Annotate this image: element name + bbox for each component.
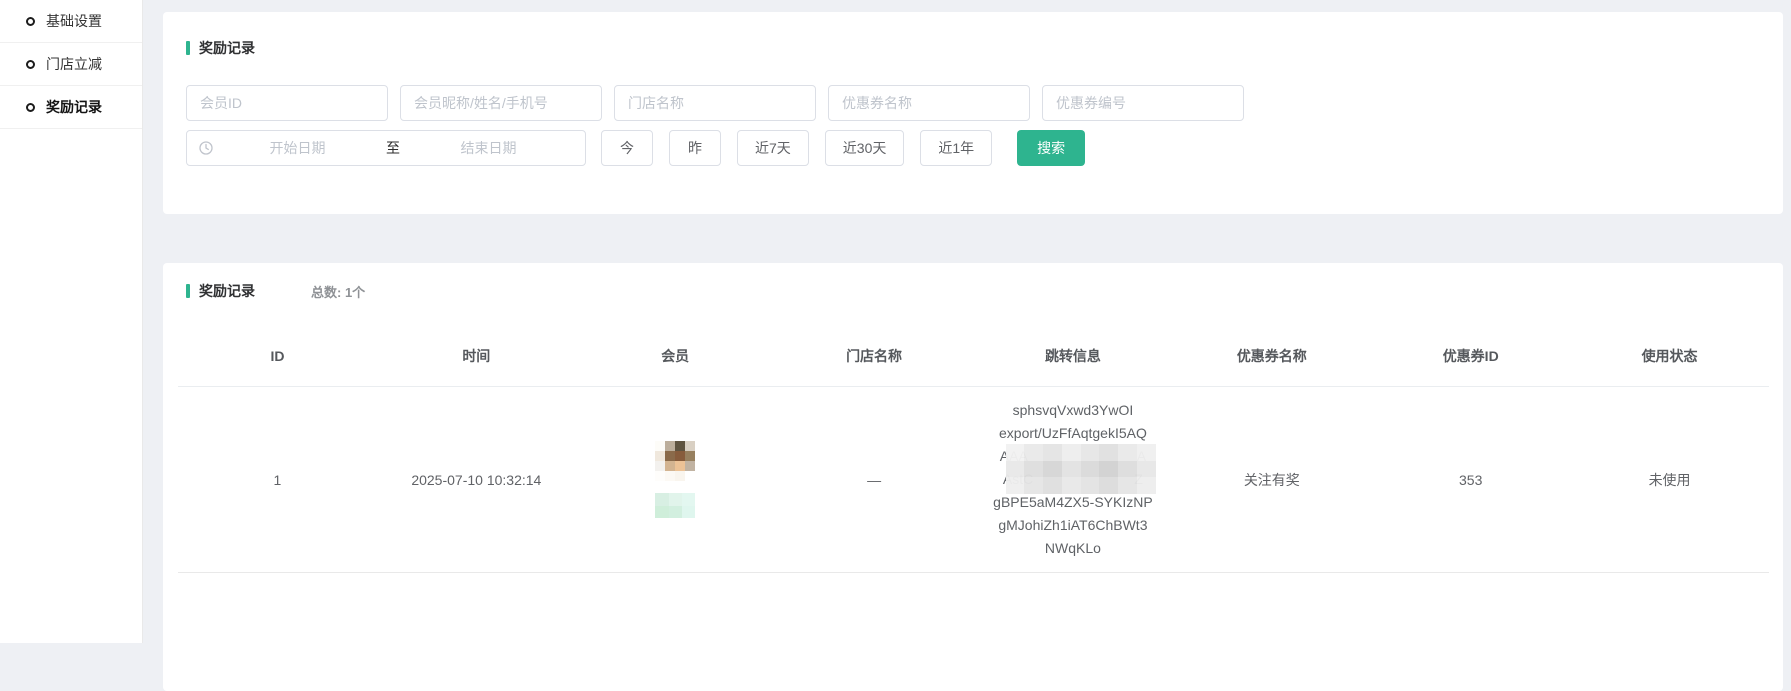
records-panel: 奖励记录 总数: 1个 ID时间会员门店名称跳转信息优惠券名称优惠券ID使用状态… xyxy=(163,263,1783,691)
pixelated-blur-overlay xyxy=(1006,444,1156,494)
title-accent-bar xyxy=(186,41,190,55)
clock-icon xyxy=(199,141,213,155)
circle-icon xyxy=(26,17,35,26)
records-panel-title: 奖励记录 xyxy=(199,281,255,301)
sidebar: 基础设置门店立减奖励记录 xyxy=(0,0,143,643)
coupon-code-input[interactable] xyxy=(1042,85,1244,121)
jump-info-line: gMJohiZh1iAT6ChBWt3 xyxy=(993,514,1153,537)
quick-filter-2[interactable]: 昨 xyxy=(669,130,721,166)
search-panel-header: 奖励记录 xyxy=(186,38,1763,58)
member-id-input[interactable] xyxy=(186,85,388,121)
search-panel: 奖励记录 至 今昨近7天近30天近1年 搜索 xyxy=(163,12,1783,214)
member-nickname-input[interactable] xyxy=(400,85,602,121)
cell-store: — xyxy=(775,387,974,572)
cell-coupon-id: 353 xyxy=(1371,387,1570,572)
date-filter-row: 至 今昨近7天近30天近1年 搜索 xyxy=(186,130,1763,166)
sidebar-item-1[interactable]: 基础设置 xyxy=(0,0,142,43)
circle-icon xyxy=(26,60,35,69)
circle-icon xyxy=(26,103,35,112)
column-header: 时间 xyxy=(377,346,576,366)
start-date-input[interactable] xyxy=(213,140,382,156)
search-inputs-row xyxy=(186,85,1763,121)
column-header: 使用状态 xyxy=(1570,346,1769,366)
sidebar-item-label: 门店立减 xyxy=(46,54,102,74)
search-panel-title: 奖励记录 xyxy=(199,38,255,58)
member-avatar xyxy=(655,441,695,481)
records-panel-header: 奖励记录 总数: 1个 xyxy=(178,281,1769,301)
column-header: 跳转信息 xyxy=(974,346,1173,366)
table-header-row: ID时间会员门店名称跳转信息优惠券名称优惠券ID使用状态 xyxy=(178,325,1769,387)
table-row[interactable]: 1 2025-07-10 10:32:14 — sphsvqVxwd3YwOIe… xyxy=(178,387,1769,573)
cell-jump-info: sphsvqVxwd3YwOIexport/UzFfAqtgekI5AQAAA … xyxy=(974,387,1173,572)
jump-info-line: gBPE5aM4ZX5-SYKIzNP xyxy=(993,491,1153,514)
quick-filter-buttons: 今昨近7天近30天近1年 xyxy=(601,130,1008,166)
member-image xyxy=(655,493,695,518)
quick-filter-5[interactable]: 近1年 xyxy=(920,130,992,166)
quick-filter-1[interactable]: 今 xyxy=(601,130,653,166)
column-header: 优惠券ID xyxy=(1371,346,1570,366)
date-range-separator: 至 xyxy=(382,138,404,158)
jump-info-line: NWqKLo xyxy=(993,537,1153,560)
column-header: ID xyxy=(178,348,377,364)
cell-member xyxy=(576,387,775,572)
sidebar-item-2[interactable]: 门店立减 xyxy=(0,43,142,86)
sidebar-item-label: 基础设置 xyxy=(46,11,102,31)
date-range-picker[interactable]: 至 xyxy=(186,130,586,166)
jump-info-line: sphsvqVxwd3YwOI xyxy=(993,399,1153,422)
sidebar-menu: 基础设置门店立减奖励记录 xyxy=(0,0,142,129)
title-accent-bar xyxy=(186,284,190,298)
jump-info-line: export/UzFfAqtgekI5AQ xyxy=(993,422,1153,445)
main-content: 奖励记录 至 今昨近7天近30天近1年 搜索 奖励记录 xyxy=(163,0,1783,691)
column-header: 优惠券名称 xyxy=(1172,346,1371,366)
cell-id: 1 xyxy=(178,387,377,572)
column-header: 门店名称 xyxy=(775,346,974,366)
total-count-label: 总数: 1个 xyxy=(311,282,365,301)
coupon-name-input[interactable] xyxy=(828,85,1030,121)
cell-status: 未使用 xyxy=(1570,387,1769,572)
cell-coupon-name: 关注有奖 xyxy=(1172,387,1371,572)
column-header: 会员 xyxy=(576,346,775,366)
sidebar-item-label: 奖励记录 xyxy=(46,97,102,117)
cell-time: 2025-07-10 10:32:14 xyxy=(377,387,576,572)
search-button[interactable]: 搜索 xyxy=(1017,130,1085,166)
quick-filter-4[interactable]: 近30天 xyxy=(825,130,905,166)
sidebar-item-3[interactable]: 奖励记录 xyxy=(0,86,142,129)
store-name-input[interactable] xyxy=(614,85,816,121)
records-table: ID时间会员门店名称跳转信息优惠券名称优惠券ID使用状态 1 2025-07-1… xyxy=(178,325,1769,573)
quick-filter-3[interactable]: 近7天 xyxy=(737,130,809,166)
end-date-input[interactable] xyxy=(404,140,573,156)
